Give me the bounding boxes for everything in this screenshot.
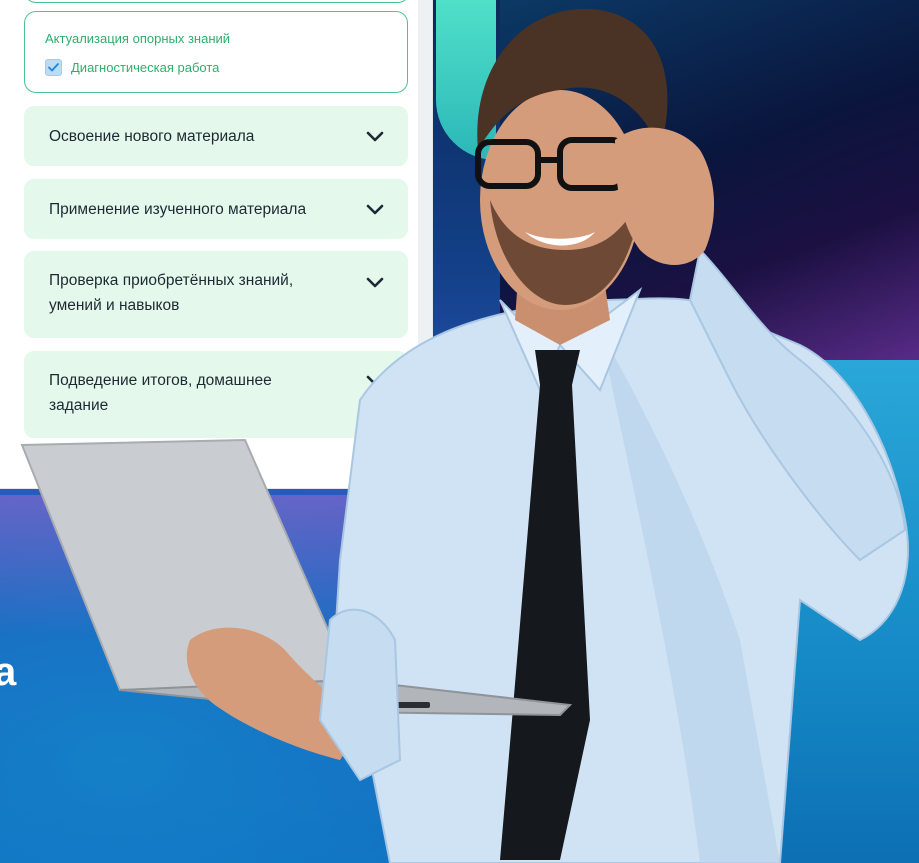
laptop-lid [20,438,352,692]
teacher-photo [20,8,909,863]
